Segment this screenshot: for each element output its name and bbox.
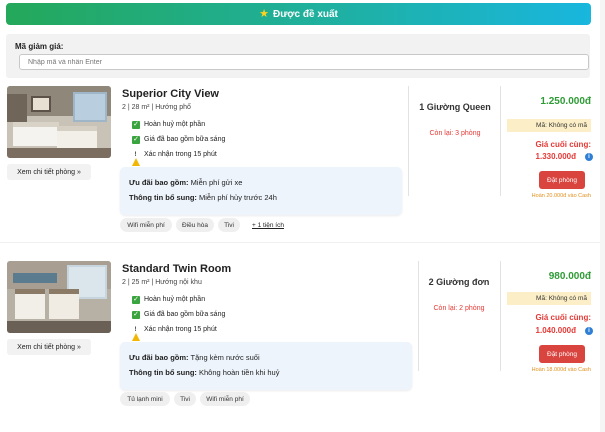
book-room-button[interactable]: Đặt phòng [539,171,585,189]
info-icon[interactable]: i [585,152,593,161]
room-name: Superior City View [122,88,219,100]
amenity-tag: Tivi [174,392,196,406]
room-meta: 2 | 28 m² | Hướng phố [122,104,191,111]
rooms-remaining: Còn lại: 2 phòng [433,305,485,312]
book-room-button[interactable]: Đặt phòng [539,345,585,363]
bed-type: 2 Giường đơn [428,277,490,287]
scrollbar[interactable] [600,0,605,432]
discount-code-badge: Mã: Không có mã [507,119,591,132]
offer-line: Ưu đãi bao gồm: Tặng kèm nước suối [129,353,260,362]
room-meta: 2 | 25 m² | Hướng nội khu [122,279,202,286]
amenity-tag: Điều hòa [176,218,214,232]
room-photo[interactable] [7,86,111,158]
room-price: 980.000đ [548,271,591,282]
final-price-label: Giá cuối cùng: [535,313,591,322]
checkbox-icon: ✓ [132,295,140,304]
feature-refund: ✓ Hoàn huỷ một phần [132,120,206,129]
cashback-note: Hoàn 18.000đ vào Cash [531,367,591,373]
feature-refund: ✓ Hoàn huỷ một phần [132,295,206,304]
coupon-input[interactable] [19,54,589,70]
amenity-tag: Tủ lạnh mini [120,392,170,406]
checkbox-icon: ✓ [132,310,140,319]
extra-info-line: Thông tin bổ sung: Miễn phí hủy trước 24… [129,193,277,202]
warning-icon [132,151,140,166]
offer-box: Ưu đãi bao gồm: Miễn phí gửi xe Thông ti… [120,167,402,215]
discount-code-badge: Mã: Không có mã [507,292,591,305]
extra-info-line: Thông tin bổ sung: Không hoàn tiền khi h… [129,368,280,377]
checkbox-icon: ✓ [132,135,140,144]
recommended-banner: ★ Được đề xuất [6,3,591,25]
cashback-note: Hoàn 20.000đ vào Cash [531,193,591,199]
final-price: 1.330.000đ i [536,152,593,161]
amenity-tag: Wifi miễn phí [200,392,250,406]
feature-confirmation: Xác nhận trong 15 phút [132,151,217,166]
feature-breakfast: ✓ Giá đã bao gồm bữa sáng [132,310,226,319]
star-icon: ★ [259,7,269,20]
final-price-label: Giá cuối cùng: [535,140,591,149]
room-photo[interactable] [7,261,111,333]
warning-icon [132,326,140,341]
feature-breakfast: ✓ Giá đã bao gồm bữa sáng [132,135,226,144]
amenity-tag: Wifi miễn phí [120,218,172,232]
checkbox-icon: ✓ [132,120,140,129]
coupon-label: Mã giảm giá: [15,42,64,51]
rooms-remaining: Còn lại: 3 phòng [429,130,481,137]
view-room-details-button[interactable]: Xem chi tiết phòng » [7,339,91,355]
info-icon[interactable]: i [585,326,593,335]
banner-title: Được đề xuất [272,8,338,20]
coupon-section: Mã giảm giá: [6,34,590,78]
amenity-tag: Tivi [218,218,240,232]
final-price: 1.040.000đ i [536,326,593,335]
room-price: 1.250.000đ [540,96,591,107]
offer-line: Ưu đãi bao gồm: Miễn phí gửi xe [129,178,243,187]
room-name: Standard Twin Room [122,263,232,275]
offer-box: Ưu đãi bao gồm: Tặng kèm nước suối Thông… [120,342,412,390]
bed-type: 1 Giường Queen [419,102,491,112]
more-amenities-link[interactable]: + 1 tiện ích [245,218,291,232]
feature-confirmation: Xác nhận trong 15 phút [132,326,217,341]
view-room-details-button[interactable]: Xem chi tiết phòng » [7,164,91,180]
